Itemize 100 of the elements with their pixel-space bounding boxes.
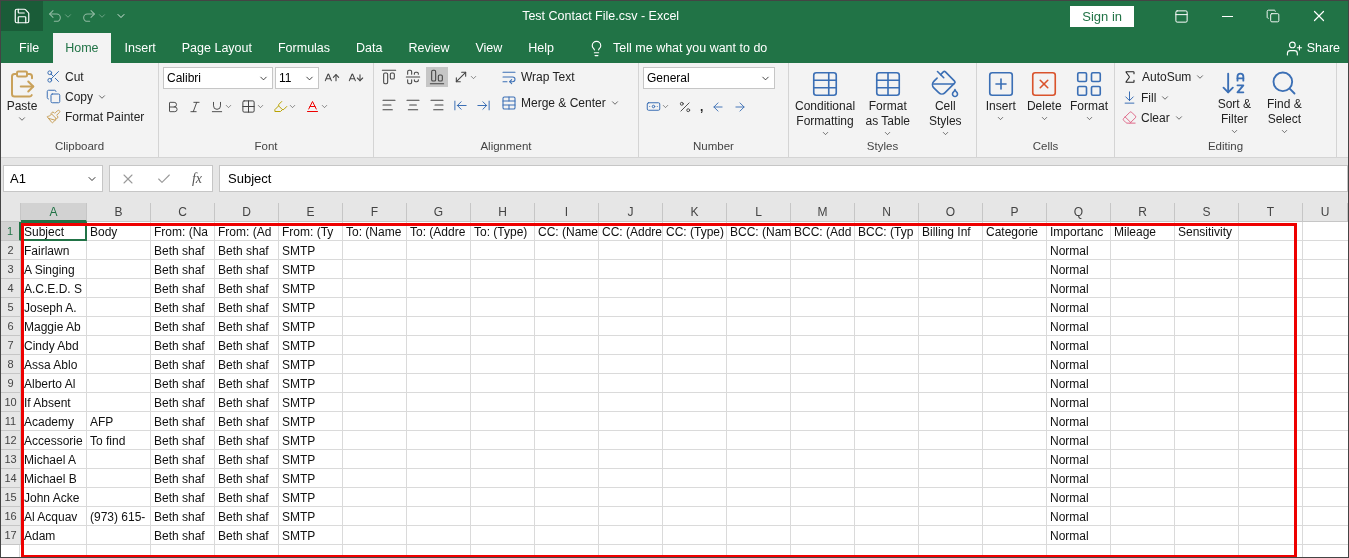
- row-header[interactable]: 3: [1, 260, 21, 279]
- undo-icon: [47, 8, 63, 24]
- row-header[interactable]: 12: [1, 431, 21, 450]
- group-label: Clipboard: [53, 140, 106, 154]
- table-cell-text: If Absent: [23, 394, 72, 412]
- style-button[interactable]: Format as Table: [861, 67, 915, 140]
- paste-button[interactable]: Paste: [5, 67, 39, 140]
- column-header[interactable]: A: [21, 203, 87, 222]
- table-cell-text: Normal: [1049, 356, 1090, 374]
- ribbon-tab[interactable]: Help: [516, 33, 567, 63]
- bottom-align-button[interactable]: [426, 67, 448, 87]
- table-cell-text: Normal: [1049, 394, 1090, 412]
- wrap-text-button[interactable]: Wrap Text: [498, 67, 623, 87]
- ribbon-tab[interactable]: Review: [396, 33, 462, 63]
- paint-bucket-icon: [930, 69, 961, 99]
- row-header[interactable]: 13: [1, 450, 21, 469]
- tell-me-search[interactable]: Tell me what you want to do: [582, 33, 774, 63]
- autosum-button[interactable]: AutoSum: [1119, 67, 1209, 87]
- ribbon-tab[interactable]: File: [7, 33, 52, 63]
- underline-icon: [210, 99, 224, 114]
- style-button[interactable]: Cell Styles: [918, 67, 972, 140]
- style-button[interactable]: Conditional Formatting: [793, 67, 858, 140]
- column-header[interactable]: O: [919, 203, 983, 222]
- column-header[interactable]: C: [151, 203, 215, 222]
- row-header[interactable]: 15: [1, 488, 21, 507]
- table-cell-text: CC: (Name: [537, 223, 599, 241]
- column-header[interactable]: M: [791, 203, 855, 222]
- row-header[interactable]: 6: [1, 317, 21, 336]
- font-size-dropdown[interactable]: 11: [275, 67, 319, 89]
- column-header[interactable]: D: [215, 203, 279, 222]
- column-header[interactable]: T: [1239, 203, 1303, 222]
- row-header[interactable]: 10: [1, 393, 21, 412]
- column-header[interactable]: K: [663, 203, 727, 222]
- copy-button[interactable]: Copy: [43, 87, 148, 106]
- row-header[interactable]: 2: [1, 241, 21, 260]
- clear-button[interactable]: Clear: [1119, 108, 1209, 127]
- ribbon-tab[interactable]: View: [463, 33, 515, 63]
- table-cell-text: Beth shaf: [217, 375, 270, 393]
- ribbon-tab[interactable]: Page Layout: [169, 33, 264, 63]
- share-button[interactable]: Share: [1279, 33, 1348, 63]
- formula-input[interactable]: Subject: [219, 165, 1348, 192]
- name-box[interactable]: A1: [3, 165, 103, 192]
- table-cell-text: Assa Ablo: [23, 356, 79, 374]
- table-cell-text: SMTP: [281, 261, 317, 279]
- row-header[interactable]: 4: [1, 279, 21, 298]
- sign-in-button[interactable]: Sign in: [1070, 5, 1134, 27]
- fill-button[interactable]: Fill: [1119, 88, 1209, 107]
- row-header[interactable]: 8: [1, 355, 21, 374]
- align-left-icon: [381, 97, 397, 113]
- column-header[interactable]: P: [983, 203, 1047, 222]
- table-cell-text: SMTP: [281, 394, 317, 412]
- cells-button[interactable]: Insert: [981, 67, 1021, 140]
- row-header[interactable]: 14: [1, 469, 21, 488]
- merge-center-button[interactable]: Merge & Center: [498, 93, 623, 113]
- column-header[interactable]: G: [407, 203, 471, 222]
- column-header[interactable]: F: [343, 203, 407, 222]
- column-header[interactable]: Q: [1047, 203, 1111, 222]
- row-header[interactable]: 1: [1, 222, 21, 241]
- caret-icon: [256, 102, 265, 111]
- column-header[interactable]: R: [1111, 203, 1175, 222]
- cells-button[interactable]: Delete: [1024, 67, 1064, 140]
- table-cell-text: A Singing: [23, 261, 76, 279]
- column-header[interactable]: S: [1175, 203, 1239, 222]
- column-header[interactable]: E: [279, 203, 343, 222]
- table-cell-text: Beth shaf: [217, 337, 270, 355]
- column-header[interactable]: B: [87, 203, 151, 222]
- row-header[interactable]: 16: [1, 507, 21, 526]
- column-header[interactable]: L: [727, 203, 791, 222]
- column-header[interactable]: N: [855, 203, 919, 222]
- comma-style-button[interactable]: ,: [697, 97, 707, 116]
- row-header[interactable]: 9: [1, 374, 21, 393]
- save-button[interactable]: [1, 1, 43, 31]
- table-cell-text: Normal: [1049, 280, 1090, 298]
- table-cell-text: SMTP: [281, 337, 317, 355]
- format-painter-button[interactable]: Format Painter: [43, 107, 148, 126]
- ribbon-tab[interactable]: Home: [53, 33, 111, 63]
- ribbon-tab[interactable]: Data: [344, 33, 395, 63]
- table-cell-text: Beth shaf: [217, 489, 270, 507]
- row-header[interactable]: 17: [1, 526, 21, 545]
- row-header[interactable]: 11: [1, 412, 21, 431]
- column-header[interactable]: H: [471, 203, 535, 222]
- row-header[interactable]: 5: [1, 298, 21, 317]
- cut-button[interactable]: Cut: [43, 67, 148, 86]
- middle-align-icon: [405, 69, 421, 85]
- conditional-format-icon: [810, 69, 840, 99]
- font-name-dropdown[interactable]: Calibri: [163, 67, 273, 89]
- row-header[interactable]: 7: [1, 336, 21, 355]
- ribbon-tab[interactable]: Formulas: [265, 33, 343, 63]
- window-icon: [1173, 8, 1189, 24]
- insert-function-button[interactable]: fx: [191, 170, 202, 187]
- caret-icon: [320, 102, 329, 111]
- number-format-dropdown[interactable]: General: [643, 67, 775, 89]
- column-header[interactable]: I: [535, 203, 599, 222]
- sort-filter-button[interactable]: Sort & Filter: [1212, 67, 1257, 140]
- find-select-button[interactable]: Find & Select: [1260, 67, 1309, 140]
- cells-button[interactable]: Format: [1068, 67, 1110, 140]
- ribbon-tab[interactable]: Insert: [112, 33, 168, 63]
- column-header[interactable]: U: [1303, 203, 1348, 222]
- caret-icon: [17, 114, 27, 124]
- column-header[interactable]: J: [599, 203, 663, 222]
